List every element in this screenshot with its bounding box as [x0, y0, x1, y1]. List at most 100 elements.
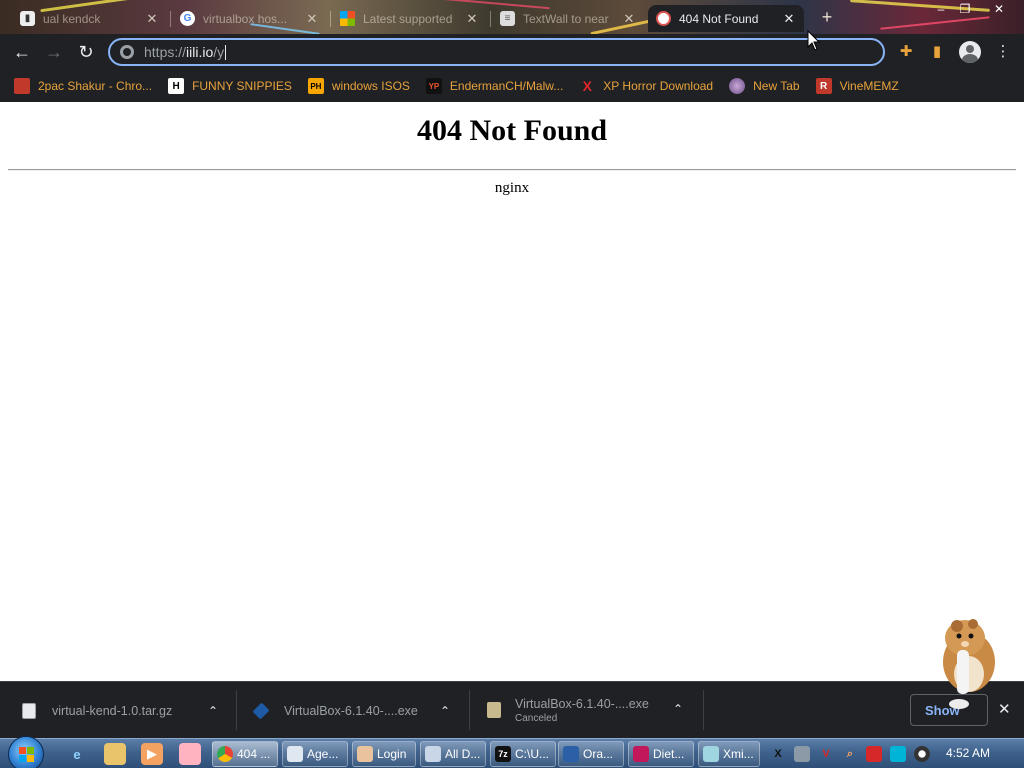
chevron-up-icon[interactable]: ⌃	[208, 704, 218, 718]
bookmark-label: windows ISOS	[331, 79, 410, 93]
bookmark-endermanch[interactable]: YP EndermanCH/Malw...	[425, 78, 564, 94]
library-icon	[425, 746, 441, 762]
window-close-icon[interactable]: ✕	[986, 0, 1012, 18]
url-path: /y	[213, 43, 225, 60]
tab-latest-supported[interactable]: Latest supported ✕	[332, 5, 487, 32]
google-icon: G	[180, 11, 195, 26]
divider	[8, 169, 1016, 171]
divider	[703, 690, 704, 730]
bookmark-new-tab[interactable]: New Tab	[729, 78, 800, 94]
bookmark-2pac[interactable]: 2pac Shakur - Chro...	[14, 78, 152, 94]
start-button[interactable]	[8, 736, 44, 768]
taskbar-item-label: All D...	[445, 747, 481, 761]
search-tray-icon[interactable]: ⌕	[842, 746, 858, 762]
mouse-cursor-icon	[807, 30, 821, 51]
close-icon[interactable]: ✕	[782, 11, 796, 27]
url-scheme: https://	[144, 43, 187, 60]
bookmark-label: VineMEMZ	[839, 79, 899, 93]
close-icon[interactable]: ✕	[305, 11, 319, 27]
tab-404-not-found[interactable]: 404 Not Found ✕	[648, 5, 804, 32]
download-item[interactable]: virtual-kend-1.0.tar.gz ⌃	[22, 682, 230, 739]
restore-icon[interactable]: ❐	[952, 0, 978, 18]
browser-toolbar: ← → ↻ https://iili.io/y ✚ ▮ ⋮	[0, 34, 1024, 70]
taskbar-item-label: 404 ...	[237, 747, 271, 761]
volume-tray-icon[interactable]	[914, 746, 930, 762]
tab-virtualbox-host[interactable]: G virtualbox hos... ✕	[172, 5, 327, 32]
profile-avatar[interactable]	[959, 41, 981, 63]
extensions-icon[interactable]: ✚	[896, 42, 916, 62]
side-panel-icon[interactable]: ▮	[927, 42, 947, 62]
bookmark-funny-snippies[interactable]: H FUNNY SNIPPIES	[168, 78, 292, 94]
download-filename: VirtualBox-6.1.40-....exe	[515, 697, 649, 711]
reload-icon[interactable]: ↻	[74, 40, 98, 64]
chevron-up-icon[interactable]: ⌃	[673, 702, 683, 716]
internet-explorer-icon[interactable]: e	[66, 743, 88, 765]
taskbar-item-label: Xmi...	[723, 747, 754, 761]
taskbar-item-oracle-vm[interactable]: Ora...	[558, 741, 624, 767]
hamster-sticker	[943, 619, 995, 709]
download-filename: VirtualBox-6.1.40-....exe	[284, 703, 418, 718]
url-host: iili.io	[186, 43, 214, 60]
tab-separator	[330, 11, 331, 27]
close-icon[interactable]: ✕	[622, 11, 636, 27]
x-icon: X	[582, 78, 592, 94]
download-filename: virtual-kend-1.0.tar.gz	[52, 703, 173, 718]
file-explorer-icon[interactable]	[104, 743, 126, 765]
h-icon: H	[168, 78, 185, 94]
divider	[236, 690, 237, 730]
minimize-icon[interactable]: –	[928, 0, 954, 18]
forward-icon[interactable]: →	[42, 40, 66, 64]
tab-ual-kendck[interactable]: ▮ ual kendck ✕	[12, 5, 167, 32]
x-tray-icon[interactable]: X	[770, 746, 786, 762]
taskbar-item-label: Ora...	[583, 747, 614, 761]
flag-tray-icon[interactable]	[866, 746, 882, 762]
taskbar-item-7zip[interactable]: 7z C:\U...	[490, 741, 556, 767]
clock[interactable]: 4:52 AM	[946, 746, 990, 760]
close-icon[interactable]: ✕	[145, 11, 159, 27]
taskbar-item-label: Diet...	[653, 747, 685, 761]
windows-taskbar: e ▶ 404 ... Age... Login All D... 7z C:\…	[0, 736, 1024, 768]
tab-label: virtualbox hos...	[203, 11, 288, 26]
user-icon	[357, 746, 373, 762]
network-tray-icon[interactable]	[794, 746, 810, 762]
bookmark-label: EndermanCH/Malw...	[449, 79, 564, 93]
new-tab-button[interactable]: +	[817, 7, 837, 28]
taskbar-item-xming[interactable]: Xmi...	[698, 741, 760, 767]
address-url[interactable]: https://iili.io/y	[144, 43, 227, 61]
tab-textwall[interactable]: ≡ TextWall to near ✕	[492, 5, 644, 32]
download-item[interactable]: VirtualBox-6.1.40-....exe ⌃	[252, 682, 454, 739]
v-tray-icon[interactable]: V	[818, 746, 834, 762]
taskbar-item-label: C:\U...	[515, 747, 550, 761]
site-info-icon[interactable]	[120, 45, 134, 59]
tab-label: Latest supported	[363, 11, 453, 26]
bookmark-windows-isos[interactable]: PH windows ISOS	[307, 78, 410, 94]
address-bar[interactable]: https://iili.io/y	[108, 38, 885, 66]
back-icon[interactable]: ←	[10, 40, 34, 64]
chevron-up-icon[interactable]: ⌃	[440, 704, 450, 718]
yp-icon: YP	[425, 78, 442, 94]
windows-logo-icon	[19, 747, 35, 763]
tab-label: 404 Not Found	[679, 11, 759, 26]
close-icon[interactable]: ✕	[465, 11, 479, 27]
tab-label: TextWall to near	[523, 11, 609, 26]
taskbar-item-agent[interactable]: Age...	[282, 741, 348, 767]
bookmark-label: 2pac Shakur - Chro...	[38, 79, 153, 93]
bookmark-xp-horror[interactable]: X XP Horror Download	[579, 78, 714, 94]
taskbar-item-diet[interactable]: Diet...	[628, 741, 694, 767]
window-icon	[287, 746, 303, 762]
display-tray-icon[interactable]	[890, 746, 906, 762]
paint-icon[interactable]	[179, 743, 201, 765]
taskbar-item-login[interactable]: Login	[352, 741, 416, 767]
taskbar-item-chrome[interactable]: 404 ...	[212, 741, 278, 767]
tab-separator	[170, 11, 171, 27]
file-icon	[487, 702, 501, 718]
menu-icon[interactable]: ⋮	[993, 42, 1013, 62]
media-player-icon[interactable]: ▶	[141, 743, 163, 765]
app-icon	[633, 746, 649, 762]
download-item[interactable]: VirtualBox-6.1.40-....exe Canceled ⌃	[487, 682, 697, 739]
bookmark-vinememz[interactable]: R VineMEMZ	[815, 78, 899, 94]
taskbar-item-all-downloads[interactable]: All D...	[420, 741, 486, 767]
page-title: 404 Not Found	[416, 114, 608, 147]
2pac-icon	[14, 78, 30, 94]
taskbar-item-label: Login	[377, 747, 407, 761]
